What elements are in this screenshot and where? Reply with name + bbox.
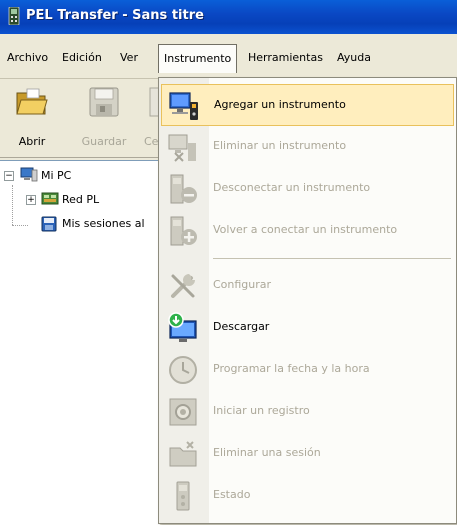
tree-connector (12, 225, 28, 226)
download-monitor-icon (168, 312, 197, 342)
tree-node-label: Mi PC (41, 169, 72, 182)
save-button-label: Guardar (81, 135, 127, 148)
menu-item-volver-conectar-instrumento[interactable]: Volver a conectar un instrumento (159, 210, 456, 252)
open-button[interactable]: Abrir (8, 79, 56, 157)
menu-item-label: Programar la fecha y la hora (213, 362, 370, 375)
remove-instrument-icon (168, 134, 196, 162)
save-button[interactable]: Guardar (76, 79, 132, 157)
tree-node-label: Red PL (62, 193, 100, 206)
menu-item-iniciar-registro[interactable]: Iniciar un registro (159, 391, 456, 433)
disconnect-instrument-icon (170, 174, 197, 204)
window-title: PEL Transfer - Sans titre (26, 8, 204, 23)
sessions-icon (41, 216, 57, 232)
menu-archivo[interactable]: Archivo (2, 49, 53, 66)
menu-ver[interactable]: Ver (115, 49, 143, 66)
network-icon (41, 192, 59, 205)
menu-ayuda[interactable]: Ayuda (332, 49, 376, 66)
floppy-disk-icon (89, 87, 119, 117)
menu-instrumento[interactable]: Instrumento (158, 44, 238, 73)
menu-item-label: Iniciar un registro (213, 404, 310, 417)
menu-bar: Archivo Edición Ver Instrumento Herramie… (0, 34, 457, 79)
menu-item-label: Eliminar una sesión (213, 446, 321, 459)
menu-item-estado[interactable]: Estado (159, 475, 456, 517)
configure-tools-icon (171, 274, 195, 298)
menu-item-desconectar-instrumento[interactable]: Desconectar un instrumento (159, 168, 456, 210)
menu-item-descargar[interactable]: Descargar (159, 307, 456, 349)
menu-item-programar-fecha-hora[interactable]: Programar la fecha y la hora (159, 349, 456, 391)
clock-icon (169, 356, 197, 384)
menu-item-eliminar-instrumento[interactable]: Eliminar un instrumento (159, 126, 456, 168)
menu-item-label: Eliminar un instrumento (213, 139, 347, 152)
status-icon (176, 481, 190, 511)
folder-open-icon (16, 88, 48, 115)
menu-herramientas[interactable]: Herramientas (243, 49, 328, 66)
menu-item-label: Estado (213, 488, 251, 501)
menu-item-label: Configurar (213, 278, 272, 291)
reconnect-instrument-icon (170, 216, 197, 246)
menu-item-eliminar-sesion[interactable]: Eliminar una sesión (159, 433, 456, 475)
menu-item-agregar-instrumento[interactable]: Agregar un instrumento (161, 84, 454, 126)
tree-panel: − Mi PC + Red PL Mis sesiones al (0, 160, 160, 525)
menu-item-configurar[interactable]: Configurar (159, 265, 456, 307)
collapse-icon[interactable]: − (4, 171, 14, 181)
delete-session-icon (169, 441, 197, 467)
menu-item-label: Volver a conectar un instrumento (213, 223, 398, 236)
computer-icon (20, 167, 38, 182)
menu-separator (213, 258, 451, 259)
open-button-label: Abrir (18, 135, 46, 148)
tree-node-label: Mis sesiones al (62, 217, 145, 230)
tree-connector (12, 185, 13, 225)
menu-item-label: Agregar un instrumento (214, 98, 346, 111)
start-record-icon (169, 398, 197, 426)
add-instrument-icon (169, 92, 198, 120)
expand-icon[interactable]: + (26, 195, 36, 205)
instrumento-dropdown-menu: Agregar un instrumento Eliminar un instr… (158, 77, 457, 524)
menu-edicion[interactable]: Edición (57, 49, 107, 66)
menu-item-label: Desconectar un instrumento (213, 181, 371, 194)
pel-device-icon (8, 7, 20, 25)
menu-item-label: Descargar (213, 320, 270, 333)
title-bar[interactable]: PEL Transfer - Sans titre (0, 0, 457, 34)
